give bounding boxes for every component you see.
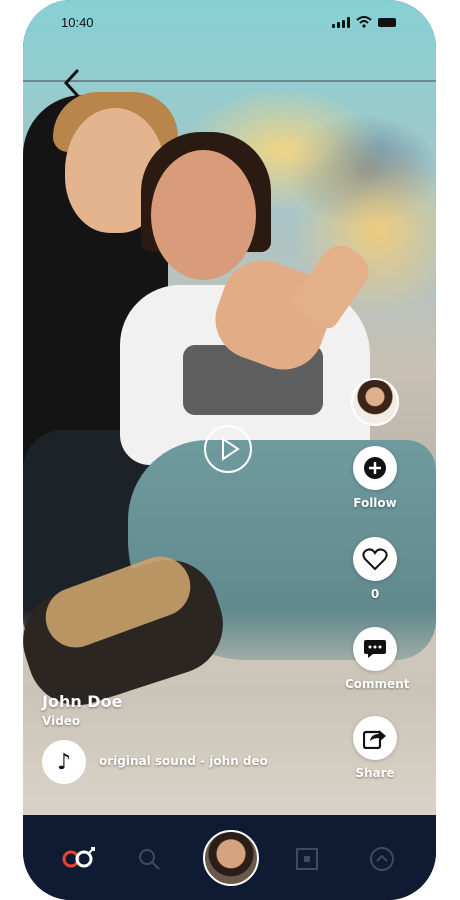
sound-name[interactable]: original sound - john deo bbox=[99, 754, 268, 768]
play-icon[interactable] bbox=[203, 424, 253, 474]
profile-avatar[interactable] bbox=[203, 830, 259, 886]
share-action[interactable]: Share bbox=[345, 716, 405, 780]
status-icons bbox=[332, 16, 396, 28]
like-count: 0 bbox=[370, 587, 380, 601]
heart-icon bbox=[362, 548, 388, 571]
share-label: Share bbox=[355, 766, 395, 780]
status-time: 10:40 bbox=[61, 15, 94, 30]
follow-action[interactable]: Follow bbox=[345, 446, 405, 510]
comment-label: Comment bbox=[345, 677, 410, 691]
search-icon[interactable] bbox=[137, 847, 161, 871]
music-note-icon[interactable]: ♪ bbox=[42, 740, 86, 784]
scan-icon[interactable] bbox=[295, 847, 319, 871]
status-bar: 10:40 bbox=[23, 0, 436, 44]
share-button[interactable] bbox=[353, 716, 397, 760]
like-button[interactable] bbox=[353, 537, 397, 581]
like-action[interactable]: 0 bbox=[345, 537, 405, 601]
home-icon[interactable] bbox=[61, 845, 97, 871]
bottom-navigation bbox=[23, 815, 436, 900]
back-arrow-icon[interactable] bbox=[61, 68, 81, 98]
comment-icon bbox=[364, 640, 386, 658]
wifi-icon bbox=[356, 16, 372, 28]
signal-icon bbox=[332, 16, 350, 28]
follow-label: Follow bbox=[353, 496, 397, 510]
follow-button[interactable] bbox=[353, 446, 397, 490]
comment-button[interactable] bbox=[353, 627, 397, 671]
post-subtitle: Video bbox=[42, 714, 81, 728]
plus-circle-icon bbox=[364, 457, 386, 479]
share-icon bbox=[363, 730, 386, 749]
creator-avatar-button[interactable] bbox=[345, 378, 405, 426]
username[interactable]: John Doe bbox=[42, 692, 122, 711]
battery-icon bbox=[378, 17, 396, 27]
comment-action[interactable]: Comment bbox=[345, 627, 410, 691]
phone-frame: 10:40 Follow 0 Comment Share John Doe Vi… bbox=[23, 0, 436, 900]
person-right-face bbox=[151, 150, 256, 280]
creator-avatar[interactable] bbox=[351, 378, 399, 426]
background-wire bbox=[23, 80, 436, 82]
chevron-up-icon[interactable] bbox=[369, 846, 395, 872]
